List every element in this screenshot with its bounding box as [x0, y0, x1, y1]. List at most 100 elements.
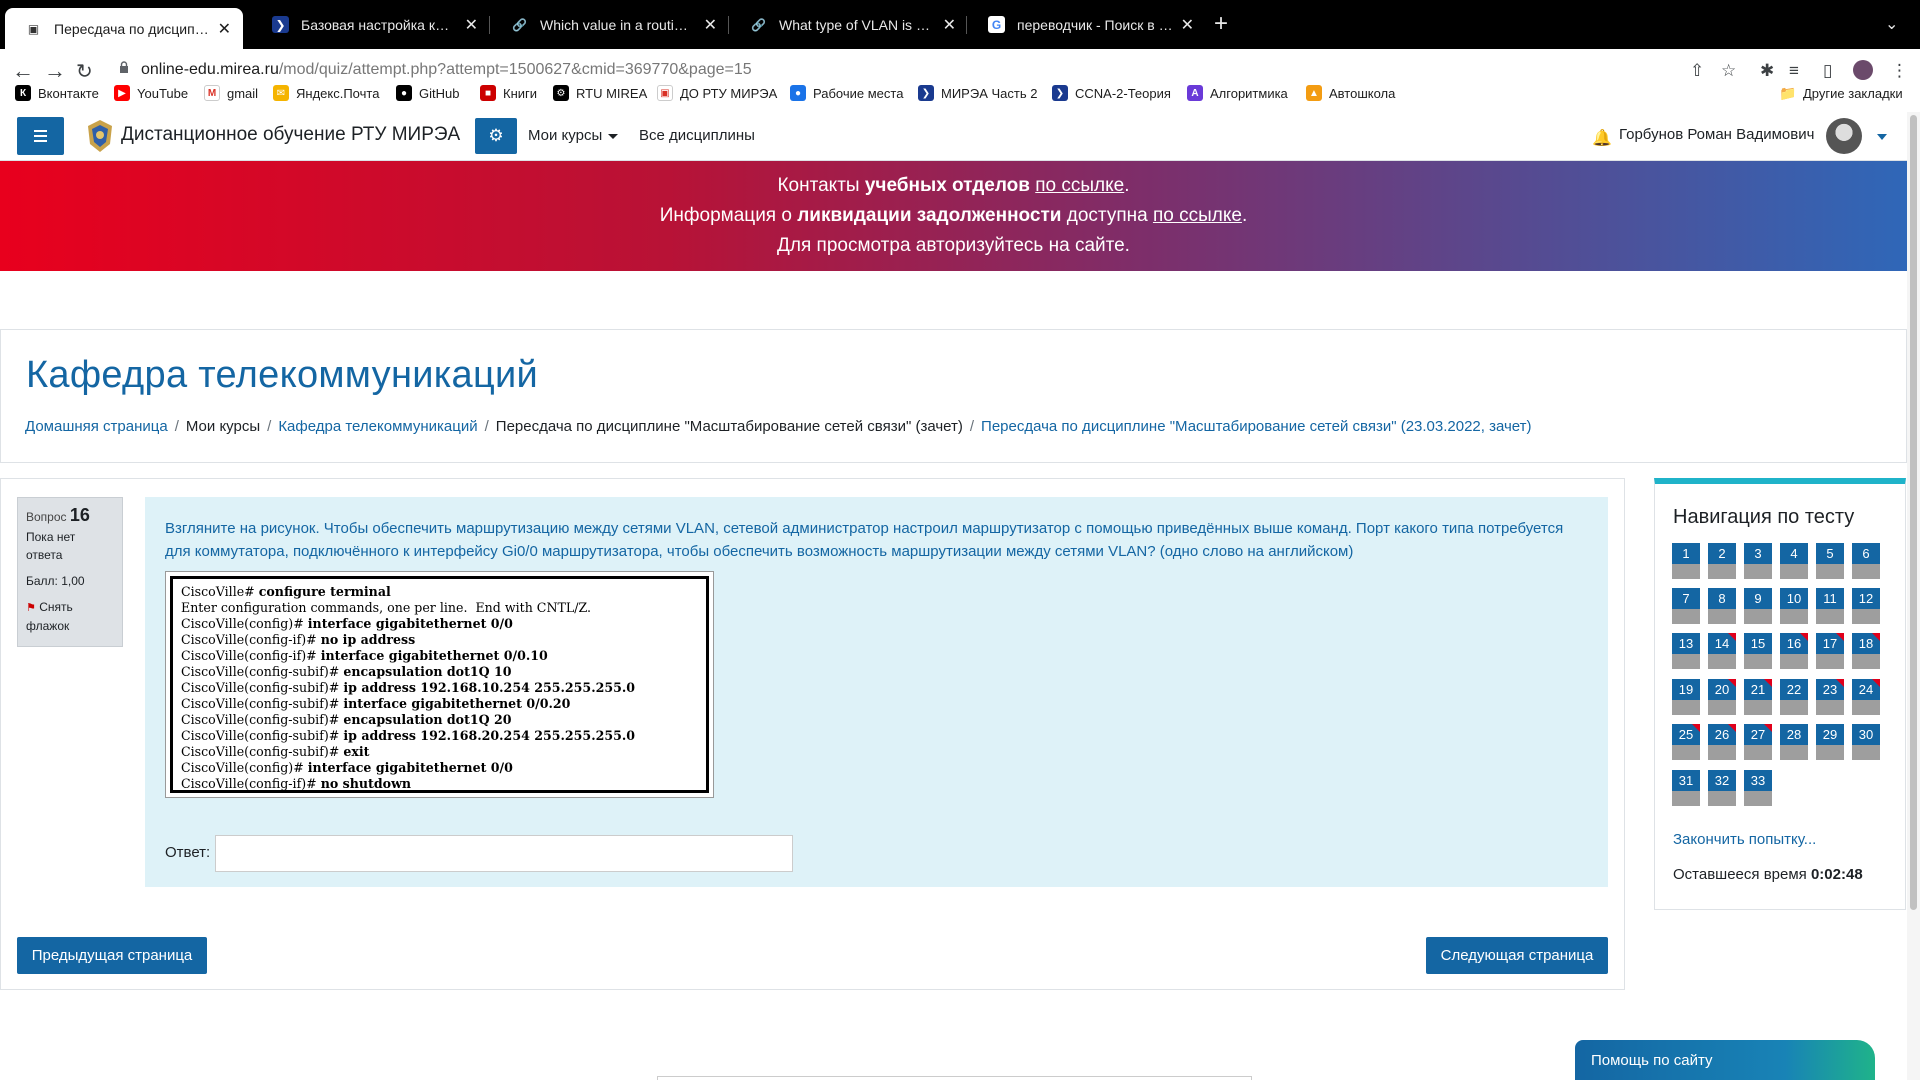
- quiz-nav-button[interactable]: 16: [1780, 633, 1808, 669]
- quiz-nav-button[interactable]: 12: [1852, 588, 1880, 624]
- contacts-link[interactable]: по ссылке: [1035, 175, 1124, 196]
- quiz-nav-button[interactable]: 1: [1672, 543, 1700, 579]
- quiz-nav-button[interactable]: 14: [1708, 633, 1736, 669]
- bookmark-item[interactable]: ▲ Автошкола: [1306, 85, 1395, 101]
- bookmark-item[interactable]: ● Рабочие места: [790, 85, 903, 101]
- quiz-nav-button[interactable]: 29: [1816, 724, 1844, 760]
- site-brand[interactable]: Дистанционное обучение РТУ МИРЭА: [121, 124, 460, 146]
- quiz-nav-button[interactable]: 21: [1744, 679, 1772, 715]
- breadcrumb-item[interactable]: Пересдача по дисциплине "Масштабирование…: [981, 418, 1531, 435]
- bookmark-item[interactable]: Mgmail: [204, 85, 258, 101]
- quiz-nav-button[interactable]: 15: [1744, 633, 1772, 669]
- site-help-button[interactable]: Помощь по сайту: [1575, 1040, 1875, 1080]
- bookmark-item[interactable]: К Вконтакте: [15, 85, 99, 101]
- quiz-nav-button[interactable]: 32: [1708, 770, 1736, 806]
- browser-tab[interactable]: 🔗 What type of VLAN is configured ✕: [730, 8, 968, 41]
- quiz-nav-number: 28: [1780, 724, 1808, 745]
- user-name[interactable]: Горбунов Роман Вадимович: [1619, 126, 1814, 143]
- bookmark-item[interactable]: ✉ Яндекс.Почта: [273, 85, 379, 101]
- bookmark-star-icon[interactable]: ☆: [1721, 61, 1736, 81]
- code-line: CiscoVille(config-subif)# encapsulation …: [181, 664, 698, 680]
- bookmark-item[interactable]: ❯ МИРЭА Часть 2: [918, 85, 1037, 101]
- prev-page-button[interactable]: Предыдущая страница: [17, 937, 207, 974]
- tab-search-icon[interactable]: ⌄: [1885, 14, 1898, 34]
- quiz-nav-button[interactable]: 8: [1708, 588, 1736, 624]
- quiz-nav-button[interactable]: 3: [1744, 543, 1772, 579]
- quiz-nav-button[interactable]: 31: [1672, 770, 1700, 806]
- quiz-nav-button[interactable]: 10: [1780, 588, 1808, 624]
- breadcrumb-item[interactable]: Кафедра телекоммуникаций: [278, 418, 477, 435]
- answer-input[interactable]: [215, 835, 793, 872]
- url-field[interactable]: online-edu.mirea.ru/mod/quiz/attempt.php…: [141, 61, 752, 79]
- quiz-nav-button[interactable]: 22: [1780, 679, 1808, 715]
- settings-gear-button[interactable]: ⚙: [475, 118, 517, 154]
- quiz-nav-button[interactable]: 30: [1852, 724, 1880, 760]
- share-icon[interactable]: ⇧: [1690, 61, 1704, 81]
- close-icon[interactable]: ✕: [704, 15, 717, 35]
- code-command: encapsulation dot1Q 20: [343, 712, 512, 727]
- bookmark-item[interactable]: ❯ CCNA-2-Теория: [1052, 85, 1171, 101]
- profile-icon[interactable]: [1853, 60, 1873, 80]
- browser-tab[interactable]: Gпереводчик - Поиск в Google ✕: [968, 8, 1206, 41]
- tab-title: Пересдача по дисциплине "Масштабирование…: [54, 20, 210, 37]
- quiz-nav-button[interactable]: 5: [1816, 543, 1844, 579]
- close-icon[interactable]: ✕: [943, 15, 956, 35]
- all-disciplines-link[interactable]: Все дисциплины: [639, 127, 755, 144]
- breadcrumb-item: Пересдача по дисциплине "Масштабирование…: [495, 418, 963, 435]
- quiz-nav-button[interactable]: 9: [1744, 588, 1772, 624]
- quiz-nav-button[interactable]: 2: [1708, 543, 1736, 579]
- debt-info-link[interactable]: по ссылке: [1153, 205, 1242, 226]
- bookmark-item[interactable]: ● GitHub: [396, 85, 459, 101]
- scrollbar-thumb[interactable]: [1910, 115, 1917, 910]
- bookmark-item[interactable]: ■ Книги: [480, 85, 537, 101]
- code-command: configure terminal: [258, 584, 391, 599]
- quiz-nav-number: 21: [1744, 679, 1772, 700]
- quiz-nav-button[interactable]: 13: [1672, 633, 1700, 669]
- bookmark-item[interactable]: A Алгоритмика: [1187, 85, 1288, 101]
- quiz-nav-button[interactable]: 6: [1852, 543, 1880, 579]
- breadcrumb-separator: /: [969, 418, 975, 435]
- quiz-nav-button[interactable]: 33: [1744, 770, 1772, 806]
- browser-tab[interactable]: ▣ Пересдача по дисциплине "Масштабировани…: [5, 8, 243, 49]
- quiz-nav-button[interactable]: 23: [1816, 679, 1844, 715]
- new-tab-button[interactable]: +: [1214, 10, 1228, 38]
- breadcrumb-item[interactable]: Домашняя страница: [25, 418, 168, 435]
- bookmark-item[interactable]: ▣ ДО РТУ МИРЭА: [657, 85, 777, 101]
- remove-flag-link[interactable]: ⚑ Снять флажок: [26, 598, 114, 635]
- side-panel-icon[interactable]: ▯: [1823, 61, 1832, 81]
- user-menu-chevron-icon[interactable]: [1877, 134, 1887, 140]
- quiz-nav-button[interactable]: 28: [1780, 724, 1808, 760]
- quiz-nav-button[interactable]: 7: [1672, 588, 1700, 624]
- quiz-nav-button[interactable]: 11: [1816, 588, 1844, 624]
- browser-tab[interactable]: 🔗 Which value in a routing table repr ✕: [491, 8, 729, 41]
- quiz-nav-button[interactable]: 4: [1780, 543, 1808, 579]
- page-scrollbar[interactable]: [1907, 112, 1920, 1080]
- quiz-nav-button[interactable]: 19: [1672, 679, 1700, 715]
- quiz-nav-button[interactable]: 17: [1816, 633, 1844, 669]
- close-icon[interactable]: ✕: [1181, 15, 1194, 35]
- quiz-nav-button[interactable]: 25: [1672, 724, 1700, 760]
- quiz-nav-button[interactable]: 26: [1708, 724, 1736, 760]
- next-page-button[interactable]: Следующая страница: [1426, 937, 1608, 974]
- quiz-nav-button[interactable]: 20: [1708, 679, 1736, 715]
- avatar[interactable]: [1826, 118, 1862, 154]
- bookmark-label: gmail: [227, 85, 259, 101]
- quiz-nav-button[interactable]: 27: [1744, 724, 1772, 760]
- reading-list-icon[interactable]: ≡: [1789, 61, 1799, 81]
- finish-attempt-link[interactable]: Закончить попытку...: [1673, 831, 1816, 848]
- bookmark-item[interactable]: ▶ YouTube: [114, 85, 188, 101]
- bookmark-item[interactable]: ⚙ RTU MIREA: [553, 85, 647, 101]
- menu-icon[interactable]: ⋮: [1891, 61, 1908, 81]
- browser-tab[interactable]: ❯ Базовая настройка коммутатора ✕: [252, 8, 490, 41]
- close-icon[interactable]: ✕: [465, 15, 478, 35]
- quiz-nav-button[interactable]: 24: [1852, 679, 1880, 715]
- bell-icon[interactable]: 🔔: [1592, 128, 1612, 148]
- extensions-icon[interactable]: ✱: [1760, 61, 1774, 81]
- code-line: CiscoVille(config-subif)# ip address 192…: [181, 728, 698, 744]
- quiz-nav-button[interactable]: 18: [1852, 633, 1880, 669]
- drawer-toggle-button[interactable]: [17, 117, 64, 155]
- close-icon[interactable]: ✕: [218, 19, 231, 39]
- lock-icon[interactable]: [119, 61, 129, 73]
- my-courses-menu[interactable]: Мои курсы: [528, 127, 619, 144]
- other-bookmarks-folder[interactable]: 📁 Другие закладки: [1779, 85, 1902, 101]
